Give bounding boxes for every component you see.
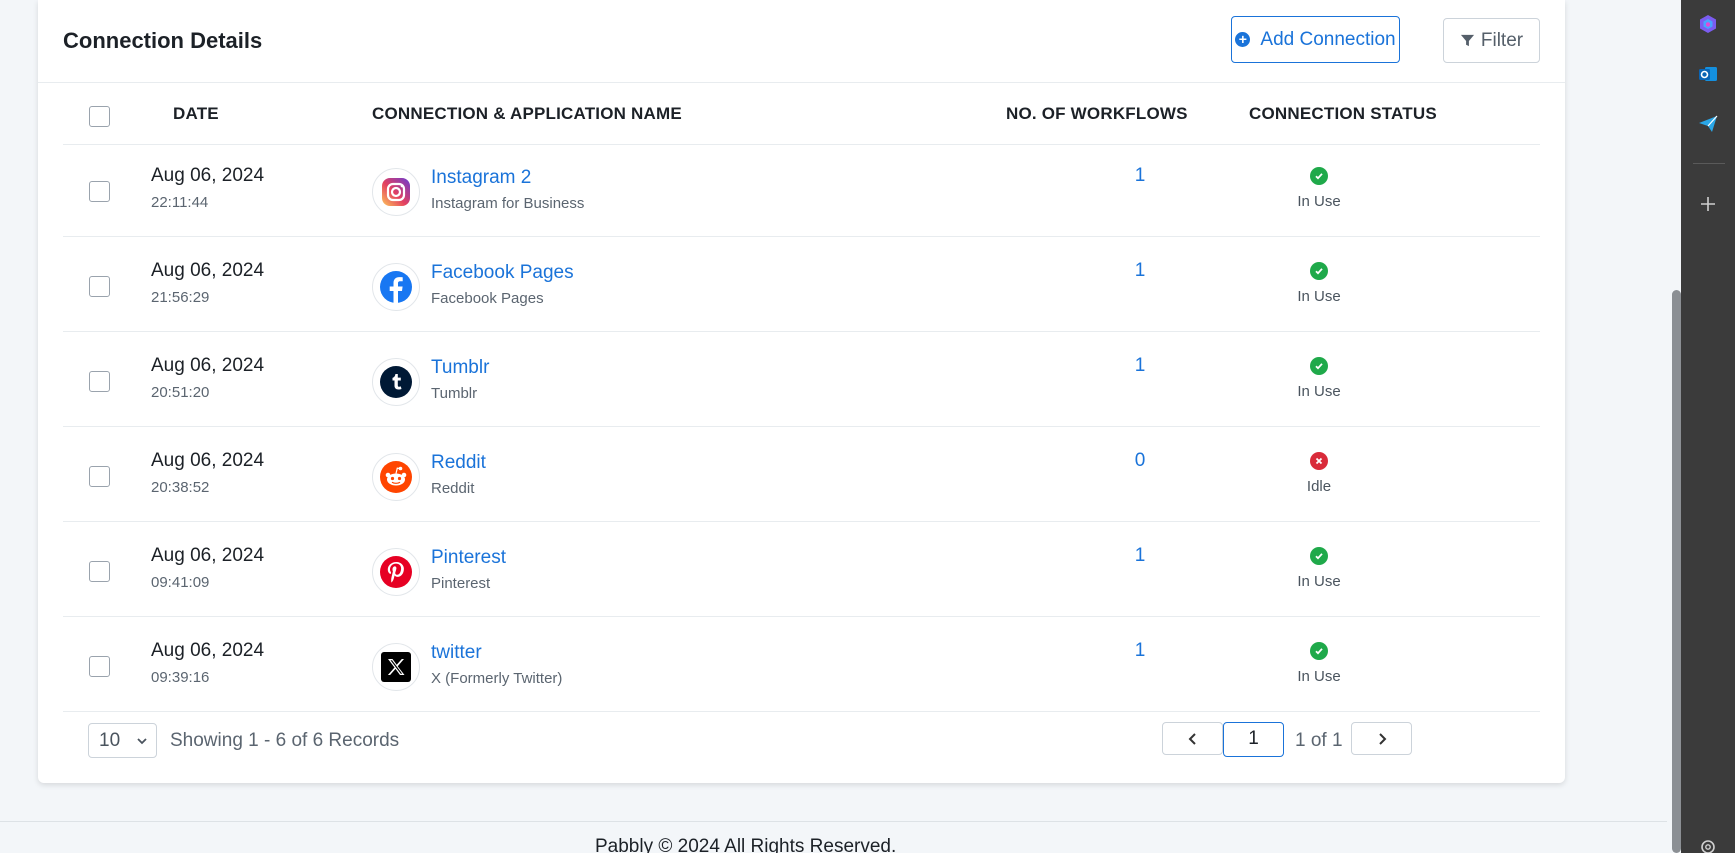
check-circle-icon (1310, 167, 1328, 185)
workflow-count-link[interactable]: 1 (1125, 165, 1155, 187)
records-count: Showing 1 - 6 of 6 Records (170, 730, 400, 751)
row-date: Aug 06, 2024 (151, 165, 265, 186)
settings-icon[interactable] (1696, 835, 1720, 853)
row-time: 21:56:29 (151, 289, 210, 306)
status-label: In Use (1297, 193, 1341, 210)
application-name: Instagram for Business (431, 195, 585, 212)
row-checkbox[interactable] (89, 466, 110, 487)
row-checkbox[interactable] (89, 181, 110, 202)
page-number-input[interactable]: 1 (1223, 722, 1284, 757)
scroll-thumb[interactable] (1672, 290, 1681, 853)
per-page-select[interactable]: 10 (88, 723, 157, 758)
page-scrollbar[interactable] (1667, 0, 1681, 853)
workflow-count-link[interactable]: 1 (1125, 355, 1155, 377)
row-date: Aug 06, 2024 (151, 355, 265, 376)
row-checkbox[interactable] (89, 656, 110, 677)
connection-name-link[interactable]: Pinterest (431, 547, 506, 569)
per-page-value: 10 (99, 730, 121, 751)
check-circle-icon (1310, 262, 1328, 280)
chevron-down-icon (136, 724, 148, 759)
copyright-text: Pabbly © 2024 All Rights Reserved. (595, 836, 897, 853)
check-circle-icon (1310, 642, 1328, 660)
connection-name-link[interactable]: twitter (431, 642, 482, 664)
sidebar-divider (1693, 163, 1725, 164)
row-time: 22:11:44 (151, 194, 209, 211)
select-all-checkbox[interactable] (89, 106, 110, 127)
send-icon[interactable] (1696, 112, 1720, 136)
table-row: Aug 06, 2024 20:38:52 Reddit Reddit 0 Idle (63, 430, 1540, 522)
tumblr-icon (372, 358, 420, 406)
column-header-date: DATE (173, 104, 219, 123)
plus-circle-icon: + (1235, 32, 1251, 47)
row-time: 09:41:09 (151, 574, 210, 591)
filter-label: Filter (1480, 29, 1524, 51)
connection-name-link[interactable]: Instagram 2 (431, 167, 531, 189)
page-of-label: 1 of 1 (1295, 730, 1343, 751)
instagram-icon (372, 168, 420, 216)
table-row: Aug 06, 2024 09:41:09 Pinterest Pinterest 1 I… (63, 525, 1540, 617)
column-header-connection: CONNECTION & APPLICATION NAME (372, 104, 682, 123)
workflow-count-link[interactable]: 1 (1125, 640, 1155, 662)
check-circle-icon (1310, 357, 1328, 375)
reddit-icon (372, 453, 420, 501)
x-icon (372, 643, 420, 691)
workflow-count-link[interactable]: 1 (1125, 260, 1155, 282)
next-page-button[interactable] (1351, 722, 1412, 755)
prev-page-button[interactable] (1162, 722, 1223, 755)
add-icon[interactable] (1696, 192, 1720, 216)
check-circle-icon (1310, 547, 1328, 565)
add-connection-button[interactable]: + Add Connection (1231, 16, 1400, 63)
status-label: In Use (1297, 573, 1341, 590)
pinterest-icon (372, 548, 420, 596)
filter-icon (1460, 34, 1474, 47)
status-label: In Use (1297, 668, 1341, 685)
x-circle-icon (1310, 452, 1328, 470)
filter-button[interactable]: Filter (1443, 18, 1540, 63)
connection-name-link[interactable]: Reddit (431, 452, 486, 474)
page-title: Connection Details (63, 28, 263, 53)
row-checkbox[interactable] (89, 371, 110, 392)
page-footer: Pabbly © 2024 All Rights Reserved. (0, 821, 1683, 853)
column-header-status: CONNECTION STATUS (1249, 104, 1437, 123)
chevron-left-icon (1188, 732, 1196, 745)
row-time: 20:51:20 (151, 384, 210, 401)
application-name: Reddit (431, 480, 475, 497)
copilot-icon[interactable] (1696, 12, 1720, 36)
connection-name-link[interactable]: Tumblr (431, 357, 489, 379)
pagination-bar: 10 Showing 1 - 6 of 6 Records 1 1 of 1 (63, 700, 1540, 758)
table-row: Aug 06, 2024 22:11:44 Instagram 2 Instagram… (63, 145, 1540, 237)
workflow-count-link[interactable]: 1 (1125, 545, 1155, 567)
card-header: Connection Details + Add Connection Filt… (38, 0, 1565, 83)
status-label: In Use (1297, 288, 1341, 305)
browser-sidebar (1681, 0, 1735, 853)
row-time: 20:38:52 (151, 479, 210, 496)
table-row: Aug 06, 2024 09:39:16 twitter X (Formerly T… (63, 620, 1540, 712)
row-checkbox[interactable] (89, 561, 110, 582)
application-name: Pinterest (431, 575, 491, 592)
application-name: Facebook Pages (431, 290, 544, 307)
add-connection-label: Add Connection (1260, 28, 1396, 50)
application-name: Tumblr (431, 385, 478, 402)
facebook-icon (372, 263, 420, 311)
table-row: Aug 06, 2024 20:51:20 Tumblr Tumblr 1 In Use (63, 335, 1540, 427)
row-checkbox[interactable] (89, 276, 110, 297)
row-date: Aug 06, 2024 (151, 640, 265, 661)
table-header: DATE CONNECTION & APPLICATION NAME NO. O… (63, 83, 1540, 145)
row-date: Aug 06, 2024 (151, 545, 265, 566)
row-date: Aug 06, 2024 (151, 450, 265, 471)
row-time: 09:39:16 (151, 669, 210, 686)
workflow-count-link[interactable]: 0 (1125, 450, 1155, 472)
row-date: Aug 06, 2024 (151, 260, 265, 281)
status-label: Idle (1306, 478, 1332, 495)
outlook-icon[interactable] (1696, 62, 1720, 86)
column-header-workflows: NO. OF WORKFLOWS (1006, 104, 1188, 123)
connection-details-card: Connection Details + Add Connection Filt… (38, 0, 1565, 783)
connection-name-link[interactable]: Facebook Pages (431, 262, 574, 284)
status-label: In Use (1297, 383, 1341, 400)
table-row: Aug 06, 2024 21:56:29 Facebook Pages Facebo… (63, 240, 1540, 332)
application-name: X (Formerly Twitter) (431, 670, 563, 687)
chevron-right-icon (1378, 732, 1386, 745)
